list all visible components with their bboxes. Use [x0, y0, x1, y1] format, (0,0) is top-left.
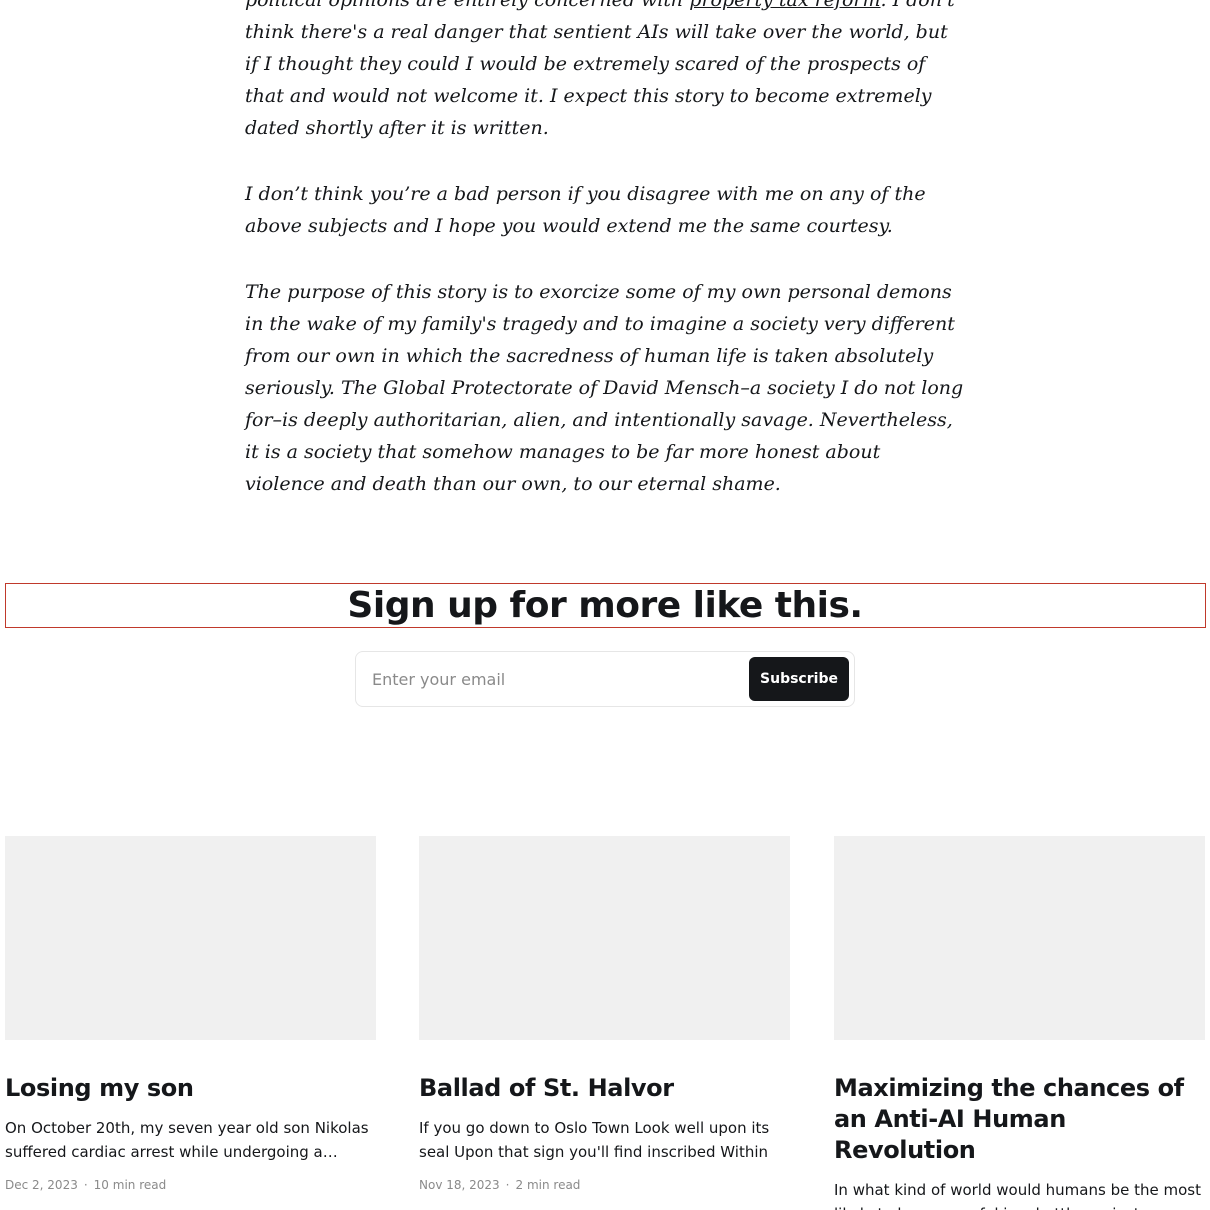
- post-title[interactable]: Ballad of St. Halvor: [419, 1073, 790, 1104]
- article-paragraph: political opinions are entirely concerne…: [245, 0, 965, 144]
- related-posts: Losing my son On October 20th, my seven …: [5, 836, 1205, 1210]
- paragraph-text: . I don't think there's a real danger th…: [245, 0, 955, 139]
- subscribe-button[interactable]: Subscribe: [749, 657, 849, 701]
- post-meta: Dec 2, 2023 · 10 min read: [5, 1178, 376, 1192]
- meta-separator: ·: [83, 1178, 88, 1192]
- post-excerpt: If you go down to Oslo Town Look well up…: [419, 1119, 770, 1161]
- property-tax-reform-link[interactable]: property tax reform: [689, 0, 880, 11]
- post-excerpt: On October 20th, my seven year old son N…: [5, 1119, 369, 1161]
- post-card[interactable]: Losing my son On October 20th, my seven …: [5, 836, 376, 1192]
- post-title[interactable]: Losing my son: [5, 1073, 376, 1104]
- post-date: Dec 2, 2023: [5, 1178, 78, 1192]
- meta-separator: ·: [505, 1178, 510, 1192]
- post-meta: Nov 18, 2023 · 2 min read: [419, 1178, 790, 1192]
- post-card[interactable]: Maximizing the chances of an Anti-AI Hum…: [834, 836, 1205, 1210]
- post-date: Nov 18, 2023: [419, 1178, 500, 1192]
- post-read-time: 10 min read: [93, 1178, 167, 1192]
- post-title[interactable]: Maximizing the chances of an Anti-AI Hum…: [834, 1073, 1205, 1166]
- post-excerpt: In what kind of world would humans be th…: [834, 1181, 1201, 1210]
- post-card[interactable]: Ballad of St. Halvor If you go down to O…: [419, 836, 790, 1192]
- article-paragraph: I don’t think you’re a bad person if you…: [245, 183, 926, 237]
- paragraph-text: political opinions are entirely concerne…: [245, 0, 690, 11]
- post-thumbnail[interactable]: [5, 836, 376, 1040]
- article-paragraph: The purpose of this story is to exorcize…: [245, 281, 964, 495]
- post-read-time: 2 min read: [515, 1178, 581, 1192]
- signup-form: Subscribe: [355, 651, 855, 707]
- article-body: political opinions are entirely concerne…: [245, 0, 965, 534]
- post-thumbnail[interactable]: [419, 836, 790, 1040]
- post-thumbnail[interactable]: [834, 836, 1205, 1040]
- signup-heading: Sign up for more like this.: [347, 585, 863, 626]
- email-input[interactable]: [357, 653, 742, 705]
